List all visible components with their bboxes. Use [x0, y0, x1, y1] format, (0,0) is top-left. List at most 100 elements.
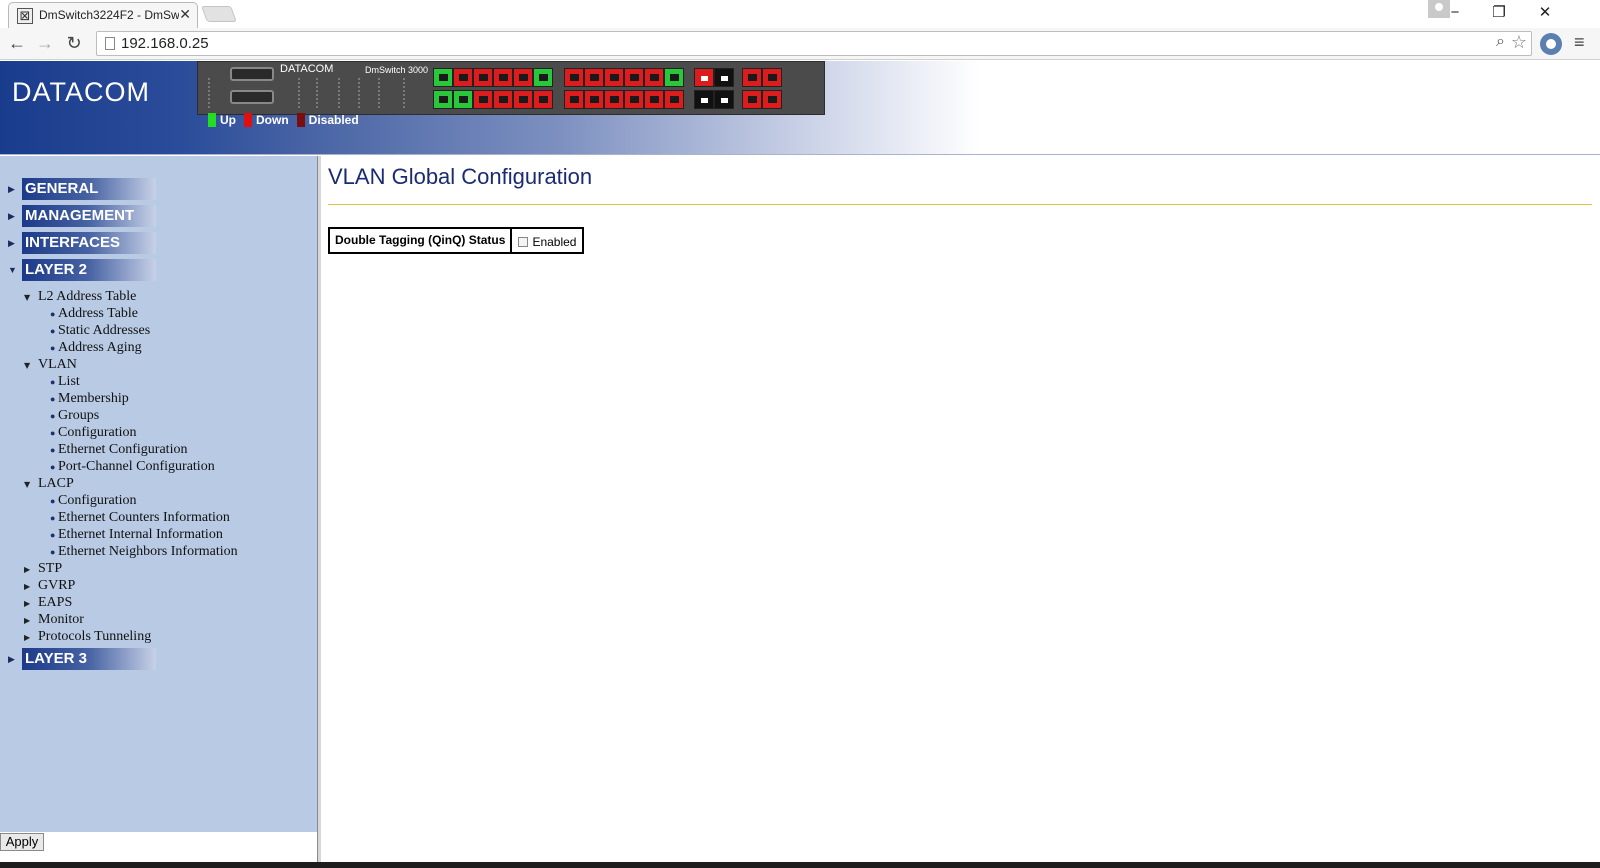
sidebar-menu: ▶ GENERAL ▶ MANAGEMENT ▶ INTERFACES ▼ LA… — [0, 156, 317, 862]
sidebar-section-general[interactable]: ▶ GENERAL — [8, 178, 156, 200]
port-down[interactable] — [644, 90, 664, 109]
tree-folder-eaps[interactable]: ▶ EAPS — [24, 595, 72, 611]
sfp-port[interactable] — [694, 68, 714, 87]
port-down[interactable] — [513, 90, 533, 109]
collapsed-arrow-icon: ▶ — [24, 565, 31, 574]
menu-icon[interactable]: ≡ — [1574, 32, 1585, 53]
sidebar-section-interfaces[interactable]: ▶ INTERFACES — [8, 232, 156, 254]
port[interactable] — [742, 68, 762, 87]
sfp-port[interactable] — [714, 90, 734, 109]
tree-item-address-aging[interactable]: ● Address Aging — [50, 340, 142, 356]
port-down[interactable] — [453, 68, 473, 87]
tree-label: List — [58, 374, 80, 389]
collapsed-arrow-icon: ▶ — [24, 599, 31, 608]
port-down[interactable] — [664, 90, 684, 109]
port-up[interactable] — [533, 68, 553, 87]
tree-folder-protocols-tunneling[interactable]: ▶ Protocols Tunneling — [24, 629, 151, 645]
port-down[interactable] — [473, 90, 493, 109]
port-down[interactable] — [473, 68, 493, 87]
restore-button[interactable]: ❐ — [1484, 2, 1514, 24]
port-up[interactable] — [433, 68, 453, 87]
port[interactable] — [762, 90, 782, 109]
qinq-enabled-label[interactable]: Enabled — [532, 235, 576, 249]
page-title: VLAN Global Configuration — [328, 164, 593, 189]
legend-item-down: Down — [244, 113, 289, 127]
tree-item-address-table[interactable]: ● Address Table — [50, 306, 138, 322]
port-down[interactable] — [513, 68, 533, 87]
serial-port-icon — [230, 67, 274, 81]
tree-label: Port-Channel Configuration — [58, 459, 215, 474]
port-down[interactable] — [533, 90, 553, 109]
extension-icon[interactable] — [1540, 33, 1562, 55]
address-bar[interactable]: 192.168.0.25 ⌕ ☆ — [96, 31, 1532, 56]
bookmark-star-icon[interactable]: ☆ — [1511, 32, 1527, 53]
sidebar-section-layer2[interactable]: ▼ LAYER 2 — [8, 259, 156, 281]
port-down[interactable] — [493, 68, 513, 87]
tree-item-vlan-port-channel-configuration[interactable]: ● Port-Channel Configuration — [50, 459, 215, 475]
tree-item-lacp-ethernet-counters[interactable]: ● Ethernet Counters Information — [50, 510, 230, 526]
status-leds — [316, 78, 318, 108]
bullet-icon: ● — [50, 377, 56, 387]
port-down[interactable] — [584, 68, 604, 87]
tree-folder-gvrp[interactable]: ▶ GVRP — [24, 578, 75, 594]
tree-item-lacp-ethernet-internal[interactable]: ● Ethernet Internal Information — [50, 527, 223, 543]
legend-swatch — [244, 113, 252, 127]
port-down[interactable] — [604, 90, 624, 109]
browser-tab[interactable]: ⊠ DmSwitch3224F2 - DmSw ✕ — [8, 2, 198, 28]
section-label: LAYER 3 — [22, 648, 156, 670]
apply-button[interactable]: Apply — [0, 833, 44, 851]
bullet-icon: ● — [50, 326, 56, 336]
tree-folder-vlan[interactable]: ▼ VLAN — [24, 357, 77, 373]
tree-label: Ethernet Counters Information — [58, 510, 230, 525]
port[interactable] — [762, 68, 782, 87]
sidebar-section-layer3[interactable]: ▶ LAYER 3 — [8, 648, 156, 670]
tree-item-lacp-configuration[interactable]: ● Configuration — [50, 493, 137, 509]
port-up[interactable] — [453, 90, 473, 109]
port-down[interactable] — [584, 90, 604, 109]
port-down[interactable] — [564, 90, 584, 109]
port-down[interactable] — [564, 68, 584, 87]
forward-icon[interactable]: → — [33, 31, 57, 55]
port-group-bottom-1 — [433, 90, 553, 109]
tree-folder-l2-address-table[interactable]: ▼ L2 Address Table — [24, 289, 136, 305]
tree-item-lacp-ethernet-neighbors[interactable]: ● Ethernet Neighbors Information — [50, 544, 238, 560]
tree-folder-lacp[interactable]: ▼ LACP — [24, 476, 74, 492]
window-close-button[interactable]: ✕ — [1530, 2, 1560, 24]
port-down[interactable] — [624, 68, 644, 87]
frame-divider[interactable] — [317, 156, 321, 862]
tree-item-vlan-list[interactable]: ● List — [50, 374, 80, 390]
port-down[interactable] — [493, 90, 513, 109]
tree-item-vlan-ethernet-configuration[interactable]: ● Ethernet Configuration — [50, 442, 187, 458]
tree-item-vlan-configuration[interactable]: ● Configuration — [50, 425, 137, 441]
section-label: MANAGEMENT — [22, 205, 156, 227]
section-label: GENERAL — [22, 178, 156, 200]
port-up[interactable] — [433, 90, 453, 109]
qinq-enabled-checkbox[interactable] — [518, 237, 529, 247]
back-icon[interactable]: ← — [5, 31, 29, 55]
tree-label: Configuration — [58, 493, 137, 508]
tree-item-vlan-membership[interactable]: ● Membership — [50, 391, 129, 407]
sidebar-section-management[interactable]: ▶ MANAGEMENT — [8, 205, 156, 227]
new-tab-button[interactable] — [201, 6, 237, 22]
tree-item-static-addresses[interactable]: ● Static Addresses — [50, 323, 150, 339]
collapsed-arrow-icon: ▶ — [8, 237, 15, 248]
title-divider — [328, 204, 1592, 205]
bullet-icon: ● — [50, 513, 56, 523]
port-down[interactable] — [644, 68, 664, 87]
zoom-icon[interactable]: ⌕ — [1496, 33, 1505, 51]
qinq-status-cell: Enabled — [512, 229, 582, 252]
tab-close-icon[interactable]: ✕ — [179, 6, 191, 23]
tree-item-vlan-groups[interactable]: ● Groups — [50, 408, 99, 424]
qinq-status-label: Double Tagging (QinQ) Status — [330, 229, 513, 252]
port-up[interactable] — [664, 68, 684, 87]
port-down[interactable] — [604, 68, 624, 87]
minimize-button[interactable]: − — [1440, 2, 1470, 24]
url-text[interactable]: 192.168.0.25 — [121, 35, 209, 52]
tree-folder-monitor[interactable]: ▶ Monitor — [24, 612, 84, 628]
reload-icon[interactable]: ↻ — [62, 31, 86, 55]
sfp-port[interactable] — [714, 68, 734, 87]
port[interactable] — [742, 90, 762, 109]
port-down[interactable] — [624, 90, 644, 109]
sfp-port[interactable] — [694, 90, 714, 109]
tree-folder-stp[interactable]: ▶ STP — [24, 561, 62, 577]
